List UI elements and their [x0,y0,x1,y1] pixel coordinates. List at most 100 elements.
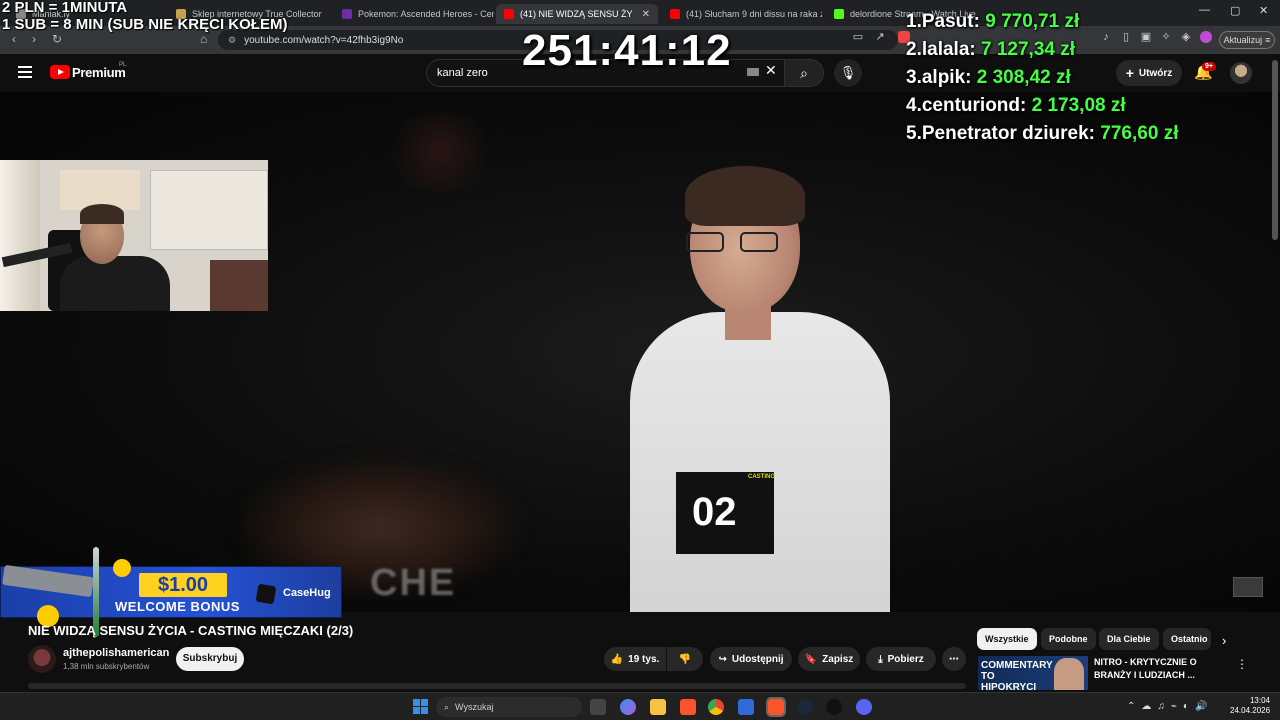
minimize-icon[interactable]: — [1199,4,1210,16]
back-icon[interactable]: ‹ [12,32,16,46]
bookmark-icon[interactable]: ⌂ [200,32,207,46]
bib-label: CASTING [748,474,775,480]
gun-graphic [2,564,94,598]
coin-icon [113,559,131,577]
voice-search-button[interactable]: 🎙 [834,59,862,87]
close-window-icon[interactable]: ✕ [1259,4,1268,17]
share-arrow-icon: ↪ [718,653,727,665]
keyboard-icon[interactable] [747,68,759,76]
leaderboard-row: 3.alpik: 2 308,42 zł [906,67,1071,88]
copilot-icon[interactable] [620,699,636,715]
maximize-icon[interactable]: ▢ [1230,4,1240,17]
channel-name[interactable]: ajthepolishamerican [63,647,169,659]
save-bookmark-icon: 🔖 [804,653,818,665]
promo-brand: CaseHug [283,587,331,599]
more-icon: ⋯ [949,653,959,665]
region-label: PL [119,62,127,68]
chevron-right-icon[interactable]: › [1222,633,1226,648]
thumbnail-text: COMMENTARY TO HIPOKRYCI [981,660,1053,690]
steam-icon[interactable] [797,699,813,715]
clock-time: 13:04 [1249,696,1270,705]
miniplayer-thumbnail[interactable] [1233,577,1263,597]
donation-rate-overlay: 2 PLN = 1MINUTA 1 SUB = 8 MIN (SUB NIE K… [2,0,287,33]
more-actions-button[interactable]: ⋯ [942,647,966,671]
tab-youtube-active[interactable]: (41) NIE WIDZĄ SENSU ŻYCIA ✕ [496,4,658,24]
webcam-window [0,160,40,311]
chip-recent[interactable]: Ostatnio [1163,628,1211,650]
recommended-title[interactable]: NITRO - KRYTYCZNIE O BRANŻY I LUDZIACH .… [1094,656,1224,682]
webcam-streamer-hair [80,204,124,224]
store-icon[interactable] [738,699,754,715]
update-button[interactable]: Aktualizuj ≡ [1219,31,1275,49]
webcam-cabinets [150,170,268,250]
youtube-favicon-icon [504,9,514,19]
search-icon: ⌕ [800,64,808,81]
share-label: Udostępnij [731,653,784,665]
leaderboard-row: 5.Penetrator dziurek: 776,60 zł [906,123,1179,144]
account-avatar[interactable] [1230,62,1252,84]
close-tab-icon[interactable]: ✕ [642,9,650,20]
profile-icon[interactable] [1200,31,1212,43]
taskbar-clock[interactable]: 13:04 24.04.2026 [1230,696,1270,716]
recommended-thumbnail[interactable]: COMMENTARY TO HIPOKRYCI [978,656,1088,690]
search-icon: ⌕ [444,701,450,712]
download-icon: ⤓ [878,653,883,665]
share-button[interactable]: ↪ Udostępnij [710,647,792,671]
page-scrollbar[interactable] [1272,60,1278,240]
share-icon[interactable]: ↗ [874,31,886,43]
kebab-menu-icon[interactable]: ⋮ [1236,657,1248,671]
obs-icon[interactable] [826,699,842,715]
chip-all[interactable]: Wszystkie [977,628,1037,650]
update-label: Aktualizuj [1223,35,1263,45]
tab-pokemon[interactable]: Pokemon: Ascended Heroes - Ceny k [334,4,494,24]
description-box[interactable] [28,683,966,689]
reload-icon[interactable]: ↻ [52,32,62,46]
chrome-icon[interactable] [708,699,724,715]
casehug-promo-banner[interactable]: $1.00 WELCOME BONUS CaseHug [0,547,342,637]
youtube-logo-icon[interactable] [50,65,70,79]
cast-icon[interactable]: ▭ [852,31,864,43]
download-button[interactable]: ⤓ Pobierz [866,647,936,671]
discord-icon[interactable] [856,699,872,715]
thumbs-down-icon: 👎 [678,653,692,665]
youtube-favicon-icon [670,9,680,19]
youtube-brand[interactable]: Premium [72,65,126,80]
hamburger-menu-icon[interactable] [18,66,32,78]
clear-search-icon[interactable]: ✕ [765,62,777,79]
taskbar-search-input[interactable]: ⌕ Wyszukaj [436,697,582,717]
system-tray[interactable]: ⌃☁♫⌁◐🔊 [1127,701,1213,712]
site-info-icon[interactable]: ⚙ [228,35,236,46]
background-text: CHE [370,562,457,604]
like-count: 19 tys. [628,653,660,665]
task-view-icon[interactable] [590,699,606,715]
dislike-button[interactable]: 👎 [667,647,703,671]
notification-badge: 9+ [1202,62,1216,71]
search-query: kanal zero [437,67,488,79]
windows-start-icon[interactable] [413,699,428,714]
save-button[interactable]: 🔖 Zapisz [798,647,860,671]
chip-for-you[interactable]: Dla Ciebie [1099,628,1159,650]
save-label: Zapisz [822,653,854,665]
subscribe-button[interactable]: Subskrybuj [176,647,244,671]
channel-avatar[interactable] [28,645,56,673]
chip-related[interactable]: Podobne [1041,628,1096,650]
brave-browser-icon[interactable] [680,699,696,715]
taskbar-search-placeholder: Wyszukaj [455,702,494,712]
streamer-webcam [0,160,268,311]
bib-number: 02 [692,490,737,534]
glasses [686,232,786,254]
brave-active-icon[interactable] [766,697,786,717]
tab-youtube-2[interactable]: (41) Słucham 9 dni dissu na raka żeb [662,4,822,24]
thumbs-up-icon: 👍 [610,653,624,665]
clock-date: 24.04.2026 [1230,706,1271,715]
like-button[interactable]: 👍 19 tys. [604,647,666,671]
search-button[interactable]: ⌕ [784,59,824,87]
webcam-streamer-body [60,256,170,311]
download-label: Pobierz [887,653,924,665]
tab-label: Pokemon: Ascended Heroes - Ceny k [358,9,494,19]
file-explorer-icon[interactable] [650,699,666,715]
vpn-icon[interactable]: ◈ [1180,31,1192,43]
shirt [630,312,890,612]
forward-icon[interactable]: › [32,32,36,46]
tab-favicon-icon [342,9,352,19]
